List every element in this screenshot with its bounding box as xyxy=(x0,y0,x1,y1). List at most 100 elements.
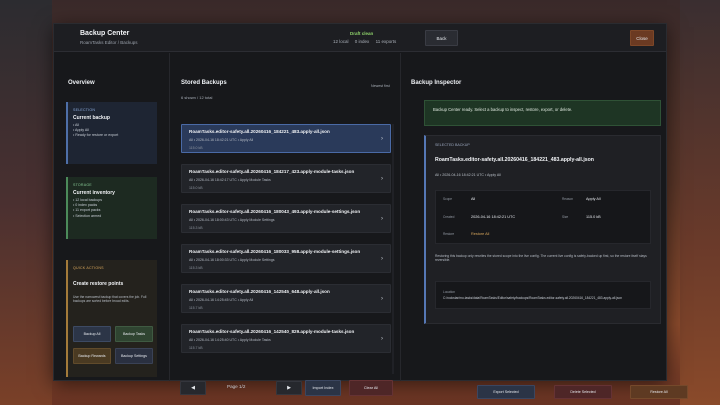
chevron-right-icon: › xyxy=(381,296,383,302)
overview-title: Overview xyxy=(68,80,95,86)
quick-actions-card: QUICK ACTIONS Create restore points Use … xyxy=(66,260,157,377)
list-scrollbar[interactable] xyxy=(392,124,394,374)
selection-label: SELECTION xyxy=(73,108,96,112)
storage-lines: • 12 local backups • 0 index packs • 11 … xyxy=(73,198,102,219)
backup-meta: All • 2026-04-16 18:42:21 UTC • Apply Al… xyxy=(189,138,254,142)
size-key: Size xyxy=(562,215,569,219)
backup-file-name: RoamTasks.editor-safety.all.20260416_142… xyxy=(189,329,355,334)
quick-actions-heading: Create restore points xyxy=(73,281,124,287)
previous-page-button[interactable]: ◀ xyxy=(180,381,206,395)
backup-location: Location C:/rockstar/mo-tasks/data/RoamT… xyxy=(435,281,651,309)
backup-meta: All • 2026-04-16 18:00:33 UTC • Apply Mo… xyxy=(189,258,275,262)
chevron-right-icon: ▶ xyxy=(287,385,291,391)
restore-value: Restore All xyxy=(471,232,490,236)
draft-status: Draft clean xyxy=(350,31,374,36)
next-page-button[interactable]: ▶ xyxy=(276,381,302,395)
close-button[interactable]: Close xyxy=(630,30,654,46)
quick-actions-label: QUICK ACTIONS xyxy=(73,266,104,270)
backup-size: 115.7 kB xyxy=(189,346,203,350)
backup-list-item[interactable]: RoamTasks.editor-safety.all.20260416_142… xyxy=(181,324,391,353)
chevron-right-icon: › xyxy=(381,136,383,142)
storage-line: • Selection armed xyxy=(73,213,102,218)
backup-size: 115.0 kB xyxy=(189,146,203,150)
restore-key: Restore xyxy=(443,232,455,236)
backup-size: 115.3 kB xyxy=(189,266,203,270)
desktop-background-right xyxy=(680,0,720,405)
selected-backup-name: RoamTasks.editor-safety.all.20260416_184… xyxy=(435,157,594,163)
count-local: 12 local xyxy=(333,39,349,44)
backup-size: 115.7 kB xyxy=(189,306,203,310)
backup-fields-grid: Scope All Reason Apply All Created 2026-… xyxy=(435,190,651,244)
backup-inspector-panel: Backup Inspector Backup Center ready. Se… xyxy=(402,53,688,399)
app-title: Backup Center xyxy=(80,30,130,37)
backup-list-item[interactable]: RoamTasks.editor-safety.all.20260416_180… xyxy=(181,244,391,273)
created-value: 2026-04-16 18:42:21 UTC xyxy=(471,215,516,219)
backup-file-name: RoamTasks.editor-safety.all.20260416_184… xyxy=(189,169,355,174)
page-indicator: Page 1/2 xyxy=(227,384,246,389)
backup-all-button[interactable]: Backup All xyxy=(73,326,111,342)
status-banner: Backup Center ready. Select a backup to … xyxy=(424,100,661,126)
backup-meta: All • 2026-04-16 18:42:17 UTC • Apply Mo… xyxy=(189,178,271,182)
selection-card: SELECTION Current backup • All • Apply A… xyxy=(66,102,157,164)
reason-value: Apply All xyxy=(586,197,601,201)
backup-file-name: RoamTasks.editor-safety.all.20260416_184… xyxy=(189,129,330,134)
backup-file-name: RoamTasks.editor-safety.all.20260416_180… xyxy=(189,249,361,254)
backup-center-window: Backup Center RoamTasks Editor / Backups… xyxy=(53,23,688,399)
selection-lines: • All • Apply All • Ready for restore or… xyxy=(73,123,118,139)
inventory-counts: 12 local 0 index 11 exports xyxy=(333,39,401,44)
scope-key: Scope xyxy=(443,197,453,201)
stored-backups-panel: Stored Backups Newest first 6 shown / 12… xyxy=(171,53,401,396)
backup-list-item[interactable]: RoamTasks.editor-safety.all.20260416_142… xyxy=(181,284,391,313)
selected-backup-meta: All • 2026-04-16 18:42:21 UTC • Apply Al… xyxy=(435,173,501,177)
selected-backup-label: SELECTED BACKUP xyxy=(435,143,470,147)
backup-settings-button[interactable]: Backup Settings xyxy=(115,348,153,364)
chevron-right-icon: › xyxy=(381,176,383,182)
overview-panel: Overview SELECTION Current backup • All … xyxy=(54,53,170,381)
storage-label: STORAGE xyxy=(73,183,92,187)
backup-size: 115.0 kB xyxy=(189,186,203,190)
breadcrumb: RoamTasks Editor / Backups xyxy=(80,40,138,45)
chevron-right-icon: › xyxy=(381,256,383,262)
backup-list-item[interactable]: RoamTasks.editor-safety.all.20260416_184… xyxy=(181,124,391,153)
storage-card: STORAGE Current inventory • 12 local bac… xyxy=(66,177,157,239)
back-button[interactable]: Back xyxy=(425,30,458,46)
storage-line: • 11 export packs xyxy=(73,208,101,213)
created-key: Created xyxy=(443,215,455,219)
import-index-button[interactable]: Import Index xyxy=(305,380,341,396)
scope-value: All xyxy=(471,197,476,201)
backup-meta: All • 2026-04-16 14:25:45 UTC • Apply Al… xyxy=(189,298,254,302)
backup-list-item[interactable]: RoamTasks.editor-safety.all.20260416_184… xyxy=(181,164,391,193)
selected-backup-details: SELECTED BACKUP RoamTasks.editor-safety.… xyxy=(424,135,661,324)
chevron-right-icon: › xyxy=(381,336,383,342)
location-path: C:/rockstar/mo-tasks/data/RoamTasks/Edit… xyxy=(443,296,623,300)
clear-all-button[interactable]: Clear All xyxy=(349,380,393,396)
inspector-title: Backup Inspector xyxy=(411,80,462,86)
backup-file-name: RoamTasks.editor-safety.all.20260416_142… xyxy=(189,289,330,294)
backup-count: 6 shown / 12 total xyxy=(181,95,213,100)
selection-heading: Current backup xyxy=(73,115,110,121)
chevron-right-icon: › xyxy=(381,216,383,222)
location-key: Location xyxy=(443,290,456,294)
selection-line: • Ready for restore or export xyxy=(73,133,119,138)
backup-meta: All • 2026-04-16 14:25:40 UTC • Apply Mo… xyxy=(189,338,271,342)
backup-rewards-button[interactable]: Backup Rewards xyxy=(73,348,111,364)
stored-backups-title: Stored Backups xyxy=(181,80,227,86)
sort-label[interactable]: Newest first xyxy=(371,84,390,88)
backup-size: 115.3 kB xyxy=(189,226,203,230)
backup-file-name: RoamTasks.editor-safety.all.20260416_180… xyxy=(189,209,361,214)
restore-all-button[interactable]: Restore All xyxy=(630,385,688,399)
backup-tasks-button[interactable]: Backup Tasks xyxy=(115,326,153,342)
reason-key: Reason xyxy=(562,197,573,201)
chevron-left-icon: ◀ xyxy=(191,385,195,391)
desktop-background-left xyxy=(0,0,52,405)
delete-selected-button[interactable]: Delete Selected xyxy=(554,385,612,399)
storage-heading: Current inventory xyxy=(73,190,115,196)
backup-list-item[interactable]: RoamTasks.editor-safety.all.20260416_180… xyxy=(181,204,391,233)
window-header: Backup Center RoamTasks Editor / Backups… xyxy=(54,24,666,52)
restore-note: Restoring this backup only rewrites the … xyxy=(435,254,647,263)
size-value: 115.0 kB xyxy=(586,215,601,219)
export-selected-button[interactable]: Export Selected xyxy=(477,385,535,399)
count-index: 0 index xyxy=(354,39,370,44)
backup-meta: All • 2026-04-16 18:00:43 UTC • Apply Mo… xyxy=(189,218,275,222)
count-exports: 11 exports xyxy=(375,39,397,44)
